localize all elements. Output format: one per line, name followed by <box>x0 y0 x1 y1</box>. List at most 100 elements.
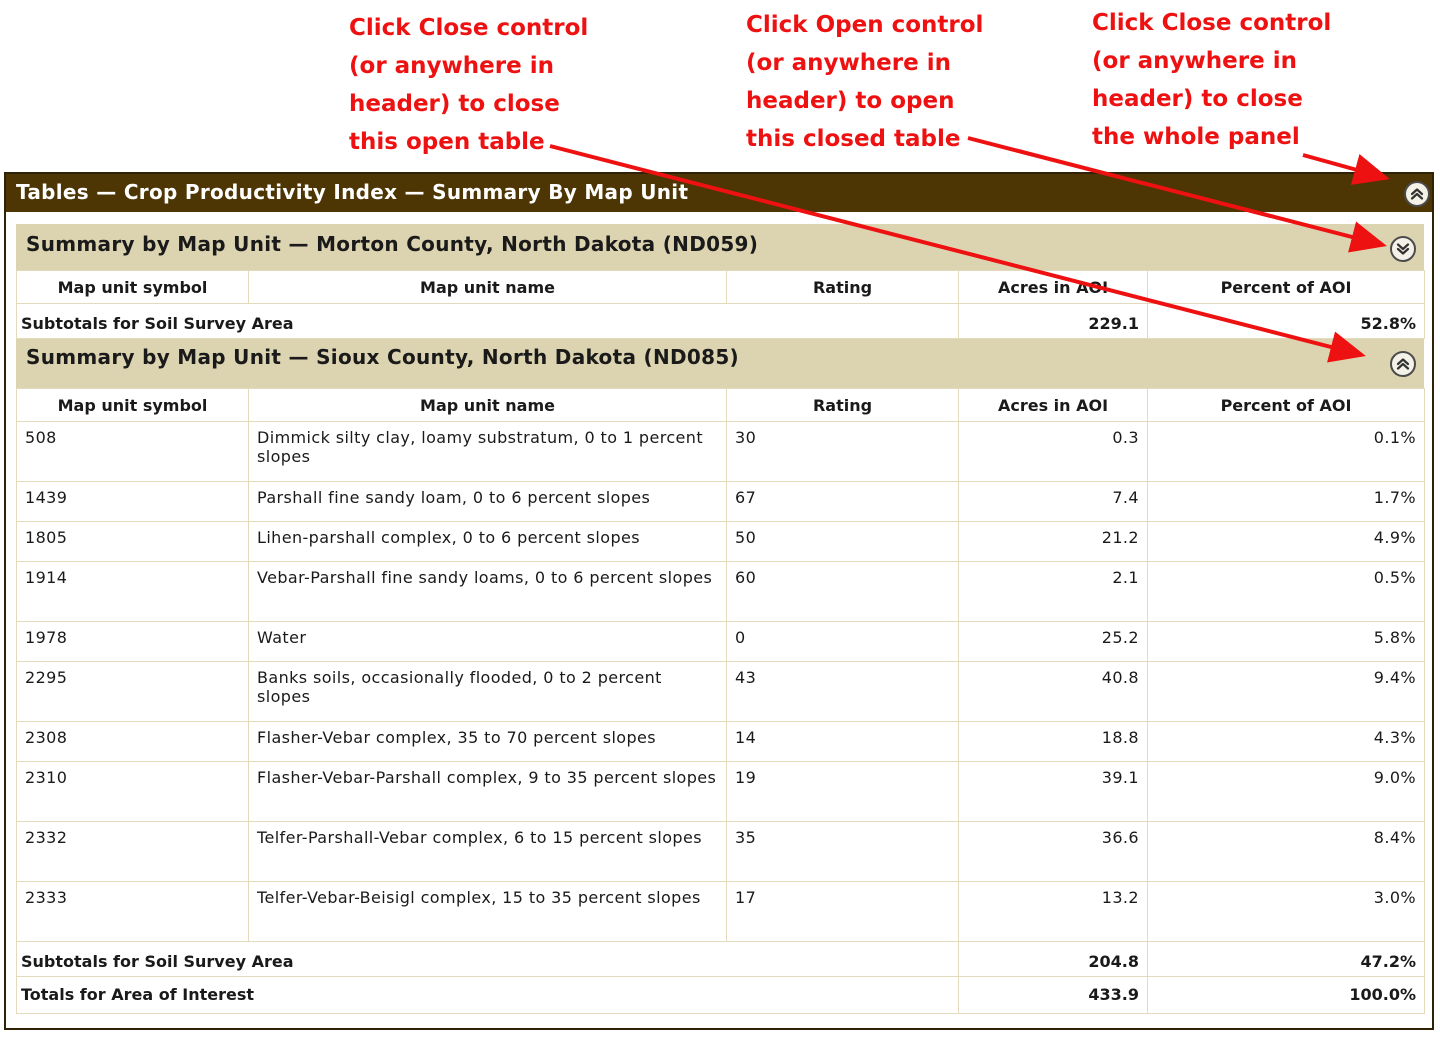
percent: 5.8% <box>1147 621 1425 662</box>
map-unit-name: Parshall fine sandy loam, 0 to 6 percent… <box>248 481 727 522</box>
section-title: Summary by Map Unit — Morton County, Nor… <box>26 232 759 256</box>
annotation-line: the whole panel <box>1092 124 1300 150</box>
subtotal-label: Subtotals for Soil Survey Area <box>16 941 959 977</box>
rating: 60 <box>726 561 959 622</box>
acres: 0.3 <box>958 421 1148 482</box>
map-unit-symbol: 2310 <box>16 761 249 822</box>
percent: 9.0% <box>1147 761 1425 822</box>
subtotal-acres: 229.1 <box>958 303 1148 339</box>
percent: 8.4% <box>1147 821 1425 882</box>
acres: 39.1 <box>958 761 1148 822</box>
subtotal-acres: 204.8 <box>958 941 1148 977</box>
map-unit-symbol: 2333 <box>16 881 249 942</box>
table-row: 1439 Parshall fine sandy loam, 0 to 6 pe… <box>16 481 1425 522</box>
panel-header[interactable]: Tables — Crop Productivity Index — Summa… <box>6 174 1432 212</box>
total-percent: 100.0% <box>1147 976 1425 1014</box>
annotation-open-table: Click Open control (or anywhere in heade… <box>746 6 983 158</box>
col-header-rating[interactable]: Rating <box>726 388 959 422</box>
map-unit-name: Vebar-Parshall fine sandy loams, 0 to 6 … <box>248 561 727 622</box>
acres: 2.1 <box>958 561 1148 622</box>
rating: 0 <box>726 621 959 662</box>
annotation-line: this open table <box>349 129 545 155</box>
annotation-line: (or anywhere in <box>746 50 951 76</box>
percent: 9.4% <box>1147 661 1425 722</box>
section-title: Summary by Map Unit — Sioux County, Nort… <box>26 345 739 369</box>
subtotal-percent: 47.2% <box>1147 941 1425 977</box>
annotation-line: Click Close control <box>349 15 589 41</box>
col-header-acres[interactable]: Acres in AOI <box>958 388 1148 422</box>
tables-panel: Tables — Crop Productivity Index — Summa… <box>4 172 1434 1030</box>
map-unit-name: Flasher-Vebar complex, 35 to 70 percent … <box>248 721 727 762</box>
rating: 50 <box>726 521 959 562</box>
table-row: 2308 Flasher-Vebar complex, 35 to 70 per… <box>16 721 1425 762</box>
percent: 0.1% <box>1147 421 1425 482</box>
subtotal-percent: 52.8% <box>1147 303 1425 339</box>
morton-table: Map unit symbol Map unit name Rating Acr… <box>16 270 1425 339</box>
map-unit-symbol: 1978 <box>16 621 249 662</box>
section-header-sioux[interactable]: Summary by Map Unit — Sioux County, Nort… <box>16 339 1424 388</box>
percent: 4.9% <box>1147 521 1425 562</box>
annotation-line: (or anywhere in <box>349 53 554 79</box>
table-row: 508 Dimmick silty clay, loamy substratum… <box>16 421 1425 482</box>
total-row: Totals for Area of Interest 433.9 100.0% <box>16 976 1425 1014</box>
map-unit-name: Telfer-Parshall-Vebar complex, 6 to 15 p… <box>248 821 727 882</box>
acres: 25.2 <box>958 621 1148 662</box>
table-row: 2295 Banks soils, occasionally flooded, … <box>16 661 1425 722</box>
table-row: 2310 Flasher-Vebar-Parshall complex, 9 t… <box>16 761 1425 822</box>
section-header-morton[interactable]: Summary by Map Unit — Morton County, Nor… <box>16 224 1424 270</box>
percent: 0.5% <box>1147 561 1425 622</box>
annotation-line: this closed table <box>746 126 961 152</box>
map-unit-symbol: 1914 <box>16 561 249 622</box>
rating: 14 <box>726 721 959 762</box>
acres: 40.8 <box>958 661 1148 722</box>
col-header-name[interactable]: Map unit name <box>248 270 727 304</box>
table-row: 1805 Lihen-parshall complex, 0 to 6 perc… <box>16 521 1425 562</box>
annotation-line: Click Close control <box>1092 10 1332 36</box>
percent: 4.3% <box>1147 721 1425 762</box>
annotation-line: Click Open control <box>746 12 984 38</box>
table-row: 2333 Telfer-Vebar-Beisigl complex, 15 to… <box>16 881 1425 942</box>
col-header-acres[interactable]: Acres in AOI <box>958 270 1148 304</box>
rating: 17 <box>726 881 959 942</box>
map-unit-symbol: 2308 <box>16 721 249 762</box>
map-unit-name: Telfer-Vebar-Beisigl complex, 15 to 35 p… <box>248 881 727 942</box>
rating: 19 <box>726 761 959 822</box>
col-header-percent[interactable]: Percent of AOI <box>1147 388 1425 422</box>
annotation-line: header) to open <box>746 88 955 114</box>
col-header-rating[interactable]: Rating <box>726 270 959 304</box>
annotation-line: header) to close <box>1092 86 1303 112</box>
rating: 67 <box>726 481 959 522</box>
col-header-symbol[interactable]: Map unit symbol <box>16 388 249 422</box>
panel-title: Tables — Crop Productivity Index — Summa… <box>16 180 689 204</box>
subtotal-label: Subtotals for Soil Survey Area <box>16 303 959 339</box>
map-unit-symbol: 508 <box>16 421 249 482</box>
annotation-line: header) to close <box>349 91 560 117</box>
subtotal-row: Subtotals for Soil Survey Area 204.8 47.… <box>16 941 1425 977</box>
acres: 7.4 <box>958 481 1148 522</box>
total-label: Totals for Area of Interest <box>16 976 959 1014</box>
rating: 43 <box>726 661 959 722</box>
collapse-up-icon[interactable] <box>1404 181 1430 207</box>
acres: 21.2 <box>958 521 1148 562</box>
percent: 1.7% <box>1147 481 1425 522</box>
map-unit-name: Banks soils, occasionally flooded, 0 to … <box>248 661 727 722</box>
map-unit-symbol: 2332 <box>16 821 249 882</box>
acres: 18.8 <box>958 721 1148 762</box>
expand-down-icon[interactable] <box>1390 236 1416 262</box>
acres: 13.2 <box>958 881 1148 942</box>
col-header-percent[interactable]: Percent of AOI <box>1147 270 1425 304</box>
panel-content: Summary by Map Unit — Morton County, Nor… <box>16 224 1425 1014</box>
table-row: 2332 Telfer-Parshall-Vebar complex, 6 to… <box>16 821 1425 882</box>
col-header-name[interactable]: Map unit name <box>248 388 727 422</box>
map-unit-name: Dimmick silty clay, loamy substratum, 0 … <box>248 421 727 482</box>
collapse-up-icon[interactable] <box>1390 351 1416 377</box>
map-unit-symbol: 2295 <box>16 661 249 722</box>
table-row: 1978 Water 0 25.2 5.8% <box>16 621 1425 662</box>
map-unit-symbol: 1439 <box>16 481 249 522</box>
table-row: 1914 Vebar-Parshall fine sandy loams, 0 … <box>16 561 1425 622</box>
subtotal-row: Subtotals for Soil Survey Area 229.1 52.… <box>16 303 1425 339</box>
sioux-table: Map unit symbol Map unit name Rating Acr… <box>16 388 1425 1014</box>
col-header-symbol[interactable]: Map unit symbol <box>16 270 249 304</box>
annotation-close-panel: Click Close control (or anywhere in head… <box>1092 4 1331 156</box>
rating: 30 <box>726 421 959 482</box>
